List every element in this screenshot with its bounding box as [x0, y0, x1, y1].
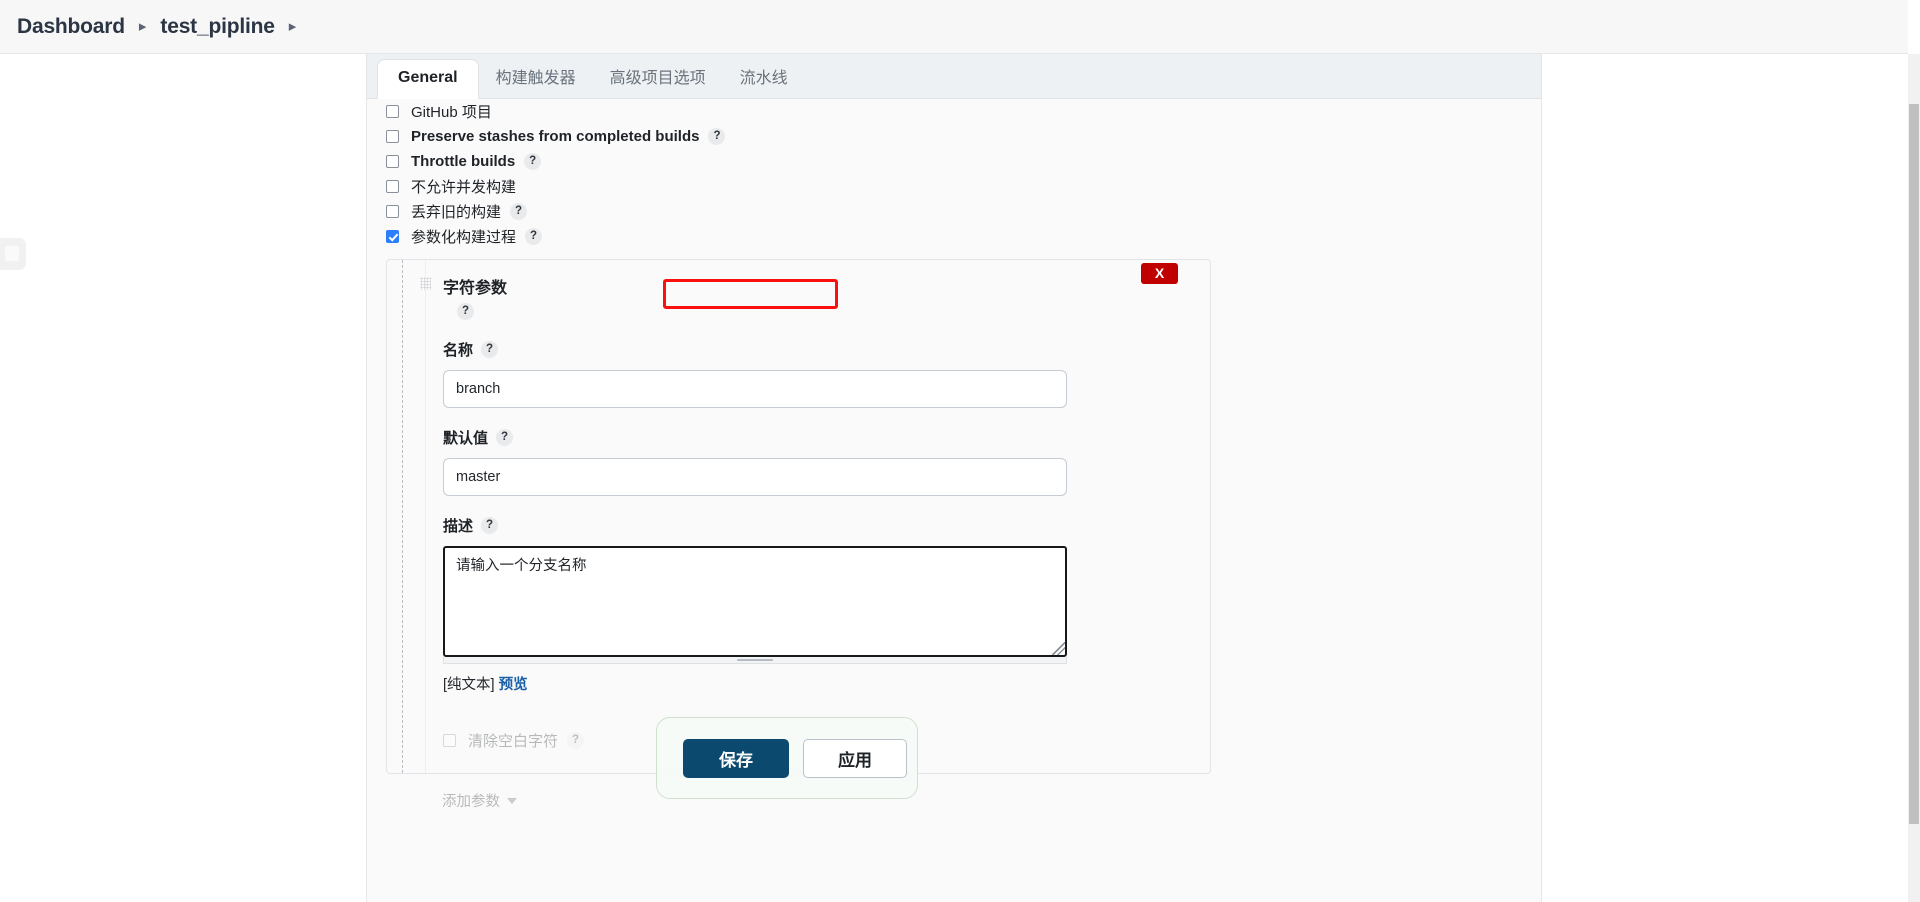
description-textarea-wrap	[443, 546, 1067, 658]
apply-button[interactable]: 应用	[803, 738, 907, 778]
help-icon-parameter-description[interactable]: ?	[481, 517, 499, 535]
checkbox-label-parameterized-build[interactable]: 参数化构建过程	[411, 226, 516, 247]
string-parameter-panel: X 字符参数 ? 名称 ? branch 默认值 ? master 描述 ? 请…	[386, 259, 1211, 775]
parameter-dashed-guide	[402, 260, 403, 774]
chevron-down-icon	[507, 797, 517, 804]
checkbox-row-no-concurrent-builds[interactable]: 不允许并发构建	[367, 174, 1541, 199]
page-scrollbar[interactable]	[1908, 54, 1920, 902]
help-icon-throttle-builds[interactable]: ?	[524, 153, 542, 170]
breadcrumb-item-job[interactable]: test_pipline	[160, 15, 274, 39]
checkbox-trim-whitespace[interactable]	[443, 734, 456, 748]
checkbox-preserve-stashes[interactable]	[386, 130, 399, 143]
checkbox-label-github-project[interactable]: GitHub 项目	[411, 101, 492, 122]
textarea-resizer[interactable]	[443, 657, 1067, 665]
config-main-panel: General 构建触发器 高级项目选项 流水线 GitHub 项目 Prese…	[366, 54, 1542, 902]
checkbox-row-github-project[interactable]: GitHub 项目	[367, 99, 1541, 124]
help-icon-discard-old-builds[interactable]: ?	[510, 203, 528, 220]
checkbox-discard-old-builds[interactable]	[386, 205, 399, 218]
save-button[interactable]: 保存	[683, 738, 789, 778]
help-icon-parameter-name[interactable]: ?	[481, 341, 499, 359]
checkbox-label-preserve-stashes[interactable]: Preserve stashes from completed builds	[411, 128, 699, 145]
tab-build-triggers[interactable]: 构建触发器	[479, 55, 593, 99]
checkbox-row-preserve-stashes[interactable]: Preserve stashes from completed builds ?	[367, 124, 1541, 149]
tab-pipeline[interactable]: 流水线	[723, 55, 805, 99]
add-parameter-dropdown[interactable]: 添加参数	[442, 790, 517, 811]
drag-handle-icon[interactable]	[420, 277, 431, 290]
preview-link[interactable]: 预览	[499, 677, 528, 693]
tab-general[interactable]: General	[377, 59, 479, 99]
textarea-parameter-description[interactable]	[443, 546, 1067, 658]
label-parameter-name: 名称 ?	[443, 339, 1210, 360]
label-parameter-name-text: 名称	[443, 342, 474, 360]
parameter-header: 字符参数	[420, 274, 1210, 298]
markup-type-label: [纯文本]	[443, 677, 495, 694]
sidebar-toggle-icon	[5, 246, 19, 261]
help-icon-string-parameter[interactable]: ?	[457, 303, 474, 321]
input-parameter-name[interactable]	[443, 370, 1067, 409]
checkbox-throttle-builds[interactable]	[386, 155, 399, 168]
checkbox-label-discard-old-builds[interactable]: 丢弃旧的构建	[411, 201, 501, 222]
general-form: GitHub 项目 Preserve stashes from complete…	[367, 99, 1541, 902]
help-icon-trim-whitespace[interactable]: ?	[567, 732, 585, 750]
parameter-type-title: 字符参数	[443, 280, 508, 297]
label-parameter-description-text: 描述	[443, 518, 474, 536]
config-tabbar: General 构建触发器 高级项目选项 流水线	[367, 54, 1541, 99]
checkbox-github-project[interactable]	[386, 105, 399, 118]
breadcrumb-item-dashboard[interactable]: Dashboard	[17, 15, 125, 39]
floating-save-bar: 保存 应用	[656, 717, 918, 799]
checkbox-label-throttle-builds[interactable]: Throttle builds	[411, 153, 515, 170]
parameter-inner-rule	[425, 260, 426, 774]
label-parameter-description: 描述 ?	[443, 515, 1210, 536]
parameter-help-row: ?	[447, 301, 1210, 321]
tab-advanced-project-options[interactable]: 高级项目选项	[593, 55, 723, 99]
help-icon-parameter-default[interactable]: ?	[496, 429, 514, 447]
label-parameter-default: 默认值 ?	[443, 427, 1210, 448]
add-parameter-label: 添加参数	[442, 794, 500, 811]
checkbox-parameterized-build[interactable]	[386, 230, 399, 243]
label-parameter-default-text: 默认值	[443, 430, 489, 448]
sidebar-toggle-tab[interactable]	[0, 238, 26, 270]
help-icon-preserve-stashes[interactable]: ?	[708, 128, 726, 145]
checkbox-row-parameterized-build[interactable]: 参数化构建过程 ?	[367, 224, 1541, 249]
checkbox-label-no-concurrent-builds[interactable]: 不允许并发构建	[411, 176, 516, 197]
input-parameter-default-value[interactable]	[443, 458, 1067, 497]
breadcrumb-dropdown-icon[interactable]: ▸	[289, 19, 297, 34]
breadcrumb-separator-icon: ▸	[138, 18, 147, 35]
checkbox-row-discard-old-builds[interactable]: 丢弃旧的构建 ?	[367, 199, 1541, 224]
page-scrollbar-thumb[interactable]	[1909, 104, 1919, 824]
checkbox-no-concurrent-builds[interactable]	[386, 180, 399, 193]
description-markup-row: [纯文本] 预览	[443, 673, 1210, 694]
checkbox-row-throttle-builds[interactable]: Throttle builds ?	[367, 149, 1541, 174]
breadcrumb: Dashboard ▸ test_pipline ▸	[0, 0, 1908, 54]
help-icon-parameterized-build[interactable]: ?	[525, 228, 543, 245]
checkbox-label-trim-whitespace[interactable]: 清除空白字符	[468, 730, 558, 751]
